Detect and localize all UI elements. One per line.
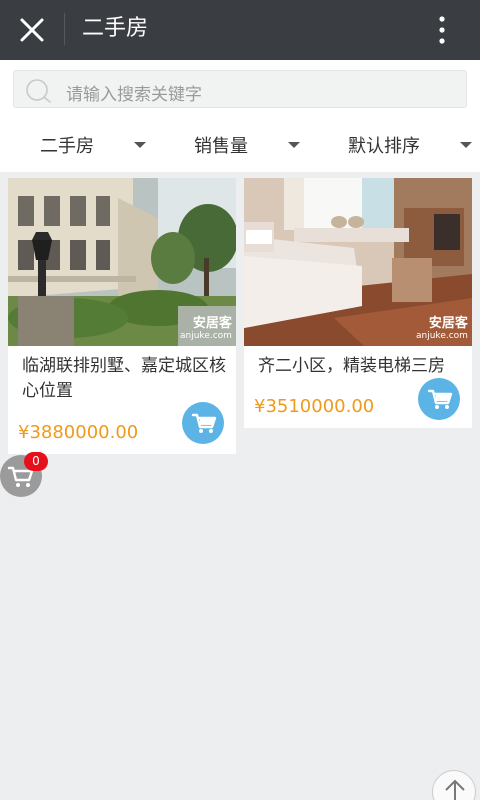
watermark-sub: anjuke.com — [180, 331, 232, 341]
product-card[interactable]: 安居客 anjuke.com 齐二小区，精装电梯三房 ¥3510000.00 — [244, 178, 472, 428]
product-title[interactable]: 齐二小区，精装电梯三房 — [258, 354, 466, 379]
caret-down-icon — [288, 142, 300, 148]
close-icon[interactable] — [12, 10, 52, 50]
cart-icon — [191, 413, 217, 433]
cart-icon — [427, 389, 453, 409]
search-placeholder: 请输入搜索关键字 — [66, 85, 202, 105]
top-bar: 二手房 — [0, 0, 480, 60]
search-input[interactable]: 请输入搜索关键字 — [13, 70, 467, 108]
filter-sort-label: 默认排序 — [348, 136, 420, 157]
product-price: ¥3880000.00 — [18, 422, 139, 443]
header-divider — [64, 13, 65, 45]
more-vertical-icon[interactable] — [428, 10, 456, 50]
watermark-logo: 安居客 anjuke.com — [416, 312, 468, 341]
search-icon — [26, 79, 51, 103]
filter-bar: 二手房 销售量 默认排序 — [0, 118, 480, 172]
filter-sort[interactable]: 默认排序 — [348, 132, 474, 158]
caret-down-icon — [134, 142, 146, 148]
back-to-top-button[interactable] — [432, 770, 476, 800]
watermark-logo: 安居客 anjuke.com — [180, 312, 232, 341]
filter-sales-label: 销售量 — [194, 136, 248, 157]
add-to-cart-button[interactable] — [182, 402, 224, 444]
caret-down-icon — [460, 142, 472, 148]
filter-sales[interactable]: 销售量 — [194, 132, 306, 158]
add-to-cart-button[interactable] — [418, 378, 460, 420]
filter-category-label: 二手房 — [40, 136, 94, 157]
product-title[interactable]: 临湖联排别墅、嘉定城区核心位置 — [22, 354, 230, 404]
product-price: ¥3510000.00 — [254, 396, 375, 417]
product-image[interactable]: 安居客 anjuke.com — [8, 178, 236, 346]
page-title: 二手房 — [82, 16, 149, 41]
product-image[interactable]: 安居客 anjuke.com — [244, 178, 472, 346]
watermark-main: 安居客 — [192, 316, 232, 331]
product-card[interactable]: 安居客 anjuke.com 临湖联排别墅、嘉定城区核心位置 ¥3880000.… — [8, 178, 236, 454]
search-bar: 请输入搜索关键字 — [0, 60, 480, 118]
cart-count-badge: 0 — [24, 452, 48, 471]
watermark-main: 安居客 — [428, 316, 468, 331]
filter-category[interactable]: 二手房 — [40, 132, 152, 158]
watermark-sub: anjuke.com — [416, 331, 468, 341]
arrow-up-icon — [445, 779, 465, 800]
